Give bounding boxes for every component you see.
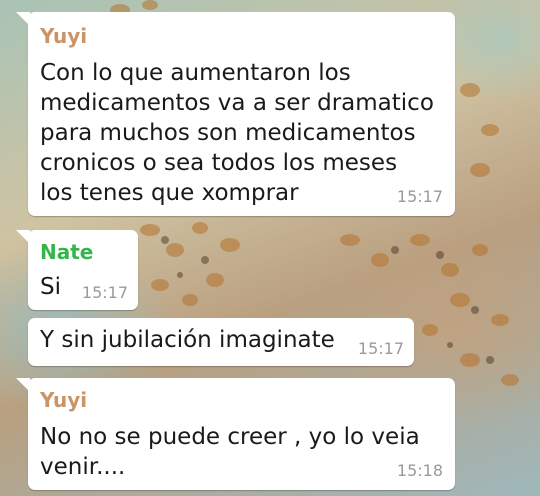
message-bubble[interactable]: Y sin jubilación imaginate 15:17 bbox=[28, 318, 414, 366]
message-timestamp: 15:17 bbox=[396, 187, 443, 206]
message-text: Y sin jubilación imaginate bbox=[40, 327, 335, 353]
chat-message-list[interactable]: Yuyi Con lo que aumentaron los medicamen… bbox=[0, 0, 540, 496]
message-text: Con lo que aumentaron los medicamentos v… bbox=[40, 60, 434, 206]
message-timestamp: 15:17 bbox=[357, 339, 404, 358]
message-sender: Nate bbox=[40, 240, 94, 264]
message-text: Si bbox=[40, 274, 61, 300]
message-bubble[interactable]: Yuyi Con lo que aumentaron los medicamen… bbox=[16, 12, 455, 216]
message-sender: Yuyi bbox=[40, 388, 88, 412]
message-text: No no se puede creer , yo lo veia venir.… bbox=[40, 424, 420, 480]
message-bubble[interactable]: Nate Si 15:17 bbox=[16, 230, 138, 310]
message-timestamp: 15:17 bbox=[81, 283, 128, 302]
message-sender: Yuyi bbox=[40, 24, 88, 48]
message-timestamp: 15:18 bbox=[396, 461, 443, 480]
message-bubble[interactable]: Yuyi No no se puede creer , yo lo veia v… bbox=[16, 378, 455, 490]
